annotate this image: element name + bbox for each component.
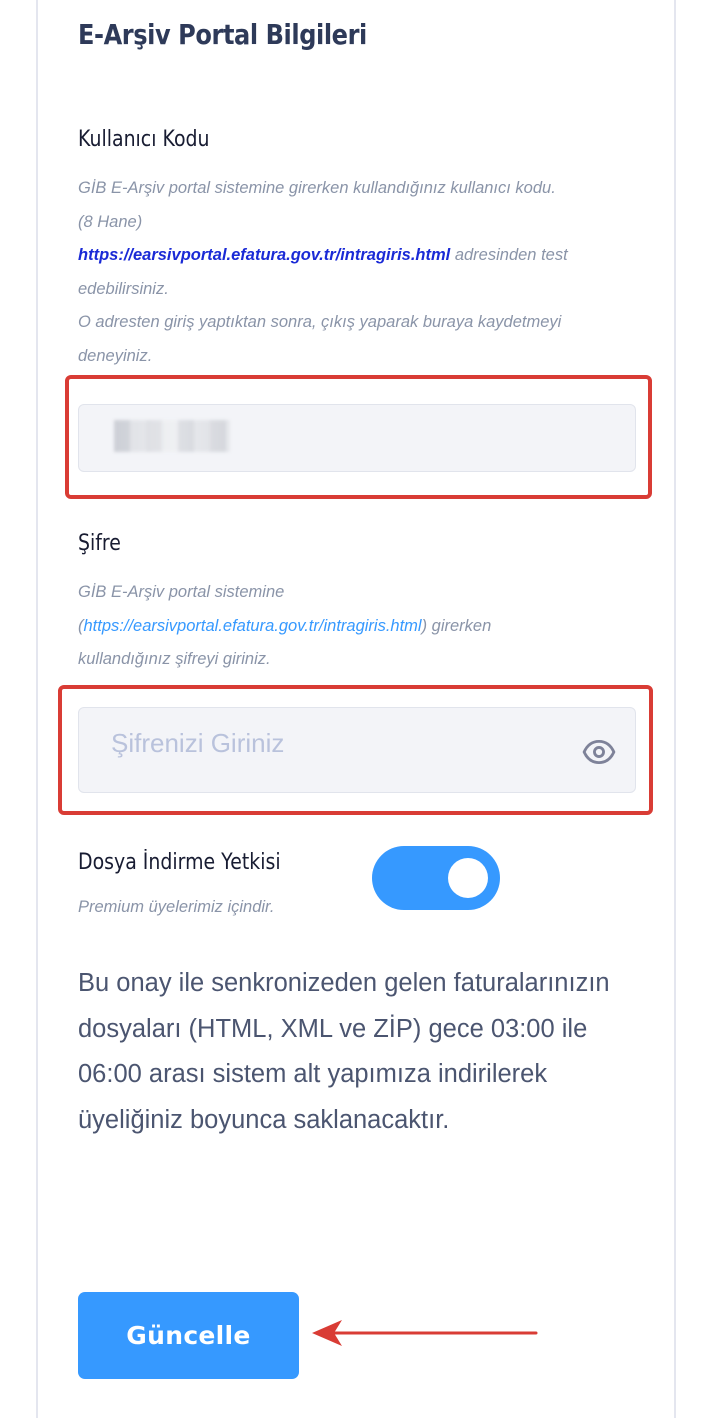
- update-button[interactable]: Güncelle: [78, 1292, 299, 1379]
- user-code-help-line: O adresten giriş yaptıktan sonra, çıkış …: [78, 313, 562, 331]
- user-code-highlight-box: [65, 375, 652, 499]
- password-help: GİB E-Arşiv portal sistemine (https://ea…: [78, 576, 638, 677]
- user-code-help-suffix: adresinden test: [450, 246, 568, 264]
- user-code-help-line: edebilirsiniz.: [78, 279, 169, 298]
- user-code-help-line: https://earsivportal.efatura.gov.tr/intr…: [78, 239, 638, 273]
- user-code-help-line: GİB E-Arşiv portal sistemine girerken ku…: [78, 179, 556, 197]
- user-code-help-line: deneyiniz.: [78, 346, 153, 365]
- toggle-knob: [448, 858, 488, 898]
- password-help-suffix: ) girerken: [421, 616, 492, 635]
- password-help-line: kullandığınız şifreyi giriniz.: [78, 650, 271, 668]
- user-code-help-line: (8 Hane): [78, 212, 143, 231]
- file-download-label: Dosya İndirme Yetkisi: [78, 850, 281, 875]
- password-highlight-box: [58, 685, 653, 815]
- user-code-help: GİB E-Arşiv portal sistemine girerken ku…: [78, 172, 638, 373]
- portal-link[interactable]: https://earsivportal.efatura.gov.tr/intr…: [78, 246, 450, 264]
- password-help-line: (https://earsivportal.efatura.gov.tr/int…: [78, 610, 638, 644]
- password-help-line: GİB E-Arşiv portal sistemine: [78, 583, 285, 601]
- file-download-toggle[interactable]: [372, 846, 500, 910]
- pointer-arrow-icon: [308, 1316, 540, 1352]
- password-label: Şifre: [78, 531, 121, 556]
- file-download-description: Bu onay ile senkronizeden gelen faturala…: [78, 969, 610, 1134]
- portal-link[interactable]: https://earsivportal.efatura.gov.tr/intr…: [84, 617, 422, 635]
- section-title: E-Arşiv Portal Bilgileri: [78, 18, 367, 51]
- premium-note: Premium üyelerimiz içindir.: [78, 898, 275, 916]
- user-code-label: Kullanıcı Kodu: [78, 127, 210, 152]
